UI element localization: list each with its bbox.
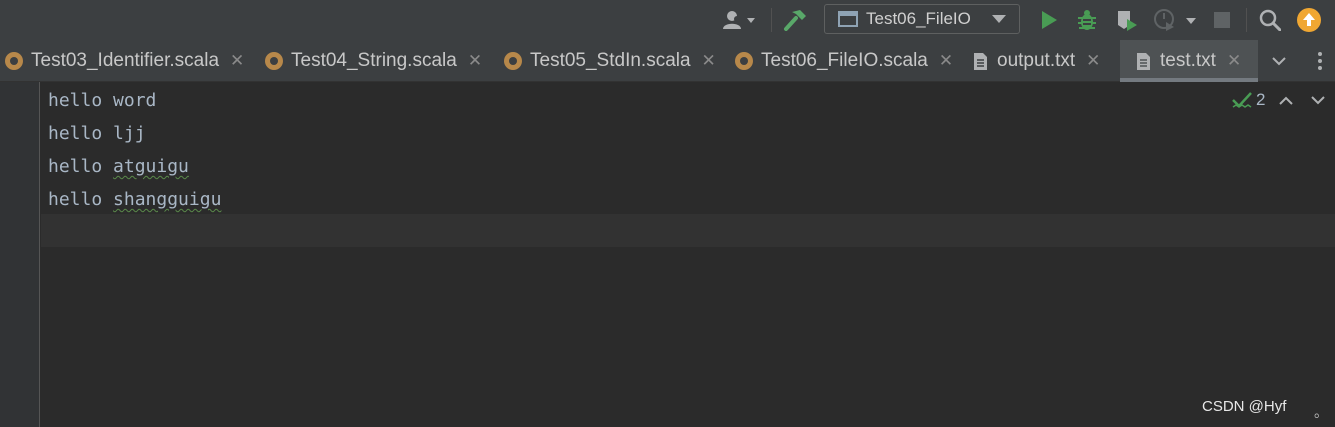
current-line-highlight	[41, 214, 1335, 247]
tab-label: Test04_String.scala	[291, 50, 457, 71]
run-config-label: Test06_FileIO	[866, 9, 971, 28]
close-icon[interactable]: ✕	[1086, 51, 1100, 71]
tab-label: Test06_FileIO.scala	[761, 50, 928, 71]
scala-file-icon	[5, 52, 23, 70]
tab-test06-fileio[interactable]: Test06_FileIO.scala ✕	[735, 40, 953, 82]
line-text: word	[113, 90, 157, 111]
tab-label: test.txt	[1160, 50, 1216, 71]
scala-file-icon	[735, 52, 753, 70]
tab-test04-string[interactable]: Test04_String.scala ✕	[265, 40, 482, 82]
update-icon[interactable]	[1296, 0, 1322, 40]
editor-line-2[interactable]: hello ljj	[48, 117, 146, 150]
run-icon[interactable]	[1036, 0, 1062, 40]
line-text: hello	[48, 189, 103, 210]
next-highlight-chevron-down-icon[interactable]	[1311, 95, 1326, 105]
tab-test-txt[interactable]: test.txt ✕	[1120, 40, 1258, 82]
tab-label: output.txt	[997, 50, 1076, 71]
scala-file-icon	[504, 52, 522, 70]
text-editor[interactable]: hello word hello ljj hello atguigu hello…	[41, 82, 1335, 427]
watermark: CSDN @Hyf	[1202, 398, 1287, 415]
scala-file-icon	[265, 52, 283, 70]
close-icon[interactable]: ✕	[702, 51, 716, 71]
coverage-icon[interactable]	[1112, 0, 1140, 40]
inspection-widget[interactable]: 2	[1232, 90, 1326, 110]
editor-line-3[interactable]: hello atguigu	[48, 150, 189, 183]
decorative-dot: 。	[1314, 405, 1328, 421]
tab-list-chevron-down-icon[interactable]	[1266, 40, 1292, 82]
editor-tabs: Test03_Identifier.scala ✕ Test04_String.…	[0, 40, 1335, 82]
tab-test03-identifier[interactable]: Test03_Identifier.scala ✕	[5, 40, 244, 82]
close-icon[interactable]: ✕	[468, 51, 482, 71]
typo-text: atguigu	[113, 156, 189, 177]
line-text: ljj	[113, 123, 146, 144]
profile-icon[interactable]	[1148, 0, 1200, 40]
line-text: hello	[48, 156, 103, 177]
editor-line-4[interactable]: hello shangguigu	[48, 183, 221, 216]
main-toolbar: Test06_FileIO	[0, 0, 1335, 40]
more-options-icon[interactable]	[1310, 40, 1330, 82]
tab-label: Test05_StdIn.scala	[530, 50, 691, 71]
line-text: hello	[48, 123, 103, 144]
line-gutter[interactable]	[0, 82, 40, 427]
tab-label: Test03_Identifier.scala	[31, 50, 220, 71]
search-icon[interactable]	[1256, 0, 1284, 40]
text-file-icon	[974, 52, 987, 70]
typo-text: shangguigu	[113, 189, 222, 210]
editor-line-1[interactable]: hello word	[48, 84, 156, 117]
debug-icon[interactable]	[1074, 0, 1100, 40]
tab-output-txt[interactable]: output.txt ✕	[974, 40, 1100, 82]
inspection-count: 2	[1256, 90, 1266, 109]
previous-highlight-chevron-up-icon[interactable]	[1279, 96, 1294, 105]
run-configuration-selector[interactable]: Test06_FileIO	[824, 4, 1020, 34]
close-icon[interactable]: ✕	[939, 51, 953, 71]
text-file-icon	[1137, 52, 1150, 70]
close-icon[interactable]: ✕	[230, 51, 244, 71]
typo-check-icon	[1232, 92, 1252, 108]
build-hammer-icon[interactable]	[780, 0, 810, 40]
close-icon[interactable]: ✕	[1227, 51, 1241, 71]
stop-icon[interactable]	[1210, 0, 1234, 40]
line-text: hello	[48, 90, 103, 111]
chevron-down-icon	[992, 15, 1006, 23]
app-window-icon	[838, 11, 858, 27]
tab-test05-stdin[interactable]: Test05_StdIn.scala ✕	[504, 40, 716, 82]
user-icon[interactable]	[716, 0, 760, 40]
